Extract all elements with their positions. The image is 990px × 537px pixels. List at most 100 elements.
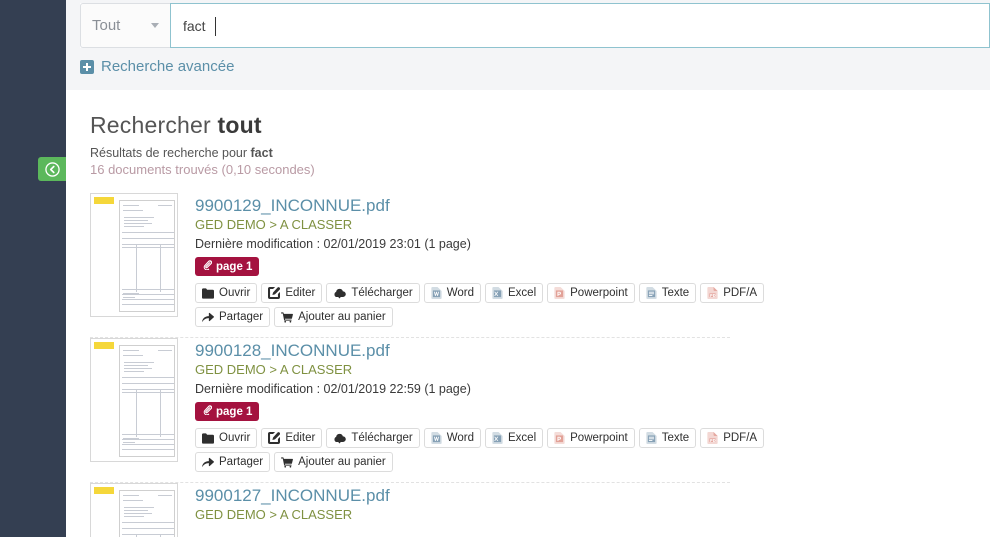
preview-line: [123, 350, 139, 351]
chevron-down-icon: [151, 23, 159, 28]
action-button-ouvrir[interactable]: Ouvrir: [195, 428, 258, 448]
search-input[interactable]: [183, 17, 977, 34]
result-modified-meta: Dernière modification : 02/01/2019 22:59…: [195, 382, 471, 396]
excel-file-icon: [492, 432, 503, 444]
action-button-word[interactable]: Word: [423, 428, 482, 448]
page-match-badge[interactable]: page 1: [195, 402, 260, 421]
action-button-label: Excel: [508, 287, 537, 299]
preview-line: [158, 495, 172, 496]
results-list: 9900129_INCONNUE.pdf GED DEMO > A CLASSER…: [66, 193, 990, 537]
folder-icon: [202, 287, 214, 299]
arrow-left-circle-icon: [44, 161, 60, 177]
preview-line: [122, 304, 174, 305]
pdf-file-icon: [707, 432, 718, 444]
invoice-scan-thumbnail[interactable]: [90, 338, 178, 462]
action-button-texte[interactable]: Texte: [638, 428, 697, 448]
sidebar-collapse-toggle[interactable]: [38, 157, 66, 181]
results-subtitle-prefix: Résultats de recherche pour: [90, 146, 251, 160]
document-preview: [119, 200, 175, 312]
powerpoint-file-icon: [554, 432, 565, 444]
action-button-editer[interactable]: Editer: [261, 283, 323, 303]
invoice-scan-thumbnail[interactable]: [90, 483, 178, 537]
page-title: Rechercher tout: [90, 112, 990, 139]
result-modified-meta: Dernière modification : 02/01/2019 23:01…: [195, 237, 471, 251]
preview-line: [123, 210, 143, 211]
preview-line: [124, 362, 154, 363]
text-file-icon: [646, 287, 657, 299]
preview-line: [136, 389, 137, 437]
preview-line: [124, 516, 144, 517]
result-breadcrumb: GED DEMO > A CLASSER: [195, 362, 353, 377]
action-button-label: Editer: [285, 287, 316, 299]
action-button-row-primary: Ouvrir Editer Télécharger Word Excel Powerpoi…: [195, 283, 765, 303]
action-button-label: Word: [446, 287, 475, 299]
preview-line: [122, 377, 174, 378]
action-button-word[interactable]: Word: [423, 283, 482, 303]
preview-line: [123, 442, 135, 443]
action-button-label: Texte: [661, 432, 690, 444]
search-input-wrapper[interactable]: [170, 3, 990, 48]
preview-line: [122, 299, 174, 300]
preview-line: [122, 434, 174, 435]
preview-line: [123, 205, 139, 206]
action-button-t-l-charger[interactable]: Télécharger: [326, 283, 420, 303]
cart-icon: [281, 456, 294, 468]
action-button-powerpoint[interactable]: Powerpoint: [547, 428, 635, 448]
highlight-tag: [94, 197, 114, 204]
action-button-powerpoint[interactable]: Powerpoint: [547, 283, 635, 303]
action-button-editer[interactable]: Editer: [261, 428, 323, 448]
action-button-t-l-charger[interactable]: Télécharger: [326, 428, 420, 448]
preview-line: [124, 513, 152, 514]
result-title-link[interactable]: 9900129_INCONNUE.pdf: [195, 195, 764, 216]
preview-line: [124, 365, 148, 366]
result-item: 9900129_INCONNUE.pdf GED DEMO > A CLASSER…: [66, 193, 990, 337]
preview-line: [123, 495, 139, 496]
paperclip-icon: [202, 405, 213, 418]
action-button-ajouter-au-panier[interactable]: Ajouter au panier: [274, 307, 393, 327]
preview-line: [123, 500, 143, 501]
preview-line: [158, 350, 172, 351]
folder-icon: [202, 432, 214, 444]
preview-line: [122, 294, 174, 295]
document-preview: [119, 490, 175, 537]
action-button-partager[interactable]: Partager: [195, 452, 271, 472]
left-sidebar-rail: [0, 0, 66, 537]
search-scope-dropdown[interactable]: Tout: [80, 3, 170, 48]
action-button-label: Télécharger: [351, 432, 413, 444]
action-button-excel[interactable]: Excel: [485, 283, 544, 303]
action-button-pdf-a[interactable]: PDF/A: [700, 283, 765, 303]
invoice-scan-thumbnail[interactable]: [90, 193, 178, 317]
action-button-pdf-a[interactable]: PDF/A: [700, 428, 765, 448]
action-button-label: Ajouter au panier: [298, 311, 386, 323]
result-item: 9900127_INCONNUE.pdf GED DEMO > A CLASSER: [66, 483, 990, 537]
page-match-badge[interactable]: page 1: [195, 257, 260, 276]
action-button-row-secondary: Partager Ajouter au panier: [195, 452, 764, 472]
excel-file-icon: [492, 287, 503, 299]
highlight-tag: [94, 342, 114, 349]
action-button-texte[interactable]: Texte: [638, 283, 697, 303]
preview-line: [124, 368, 152, 369]
preview-line: [122, 444, 174, 445]
preview-line: [122, 383, 174, 384]
preview-line: [124, 223, 152, 224]
powerpoint-file-icon: [554, 287, 565, 299]
paperclip-icon: [202, 260, 213, 273]
text-cursor: [215, 17, 216, 36]
preview-line: [123, 297, 135, 298]
action-button-ajouter-au-panier[interactable]: Ajouter au panier: [274, 452, 393, 472]
preview-line: [122, 528, 174, 529]
advanced-search-link[interactable]: Recherche avancée: [80, 58, 234, 75]
preview-line: [124, 371, 144, 372]
action-button-ouvrir[interactable]: Ouvrir: [195, 283, 258, 303]
results-count: 16 documents trouvés (0,10 secondes): [90, 162, 315, 177]
preview-line: [124, 220, 148, 221]
search-results-page: Tout Recherche avancée Rechercher tout R…: [0, 0, 990, 537]
result-title-link[interactable]: 9900127_INCONNUE.pdf: [195, 485, 390, 506]
word-file-icon: [431, 287, 442, 299]
action-button-partager[interactable]: Partager: [195, 307, 271, 327]
result-title-link[interactable]: 9900128_INCONNUE.pdf: [195, 340, 764, 361]
text-file-icon: [646, 432, 657, 444]
action-button-excel[interactable]: Excel: [485, 428, 544, 448]
preview-line: [158, 205, 172, 206]
action-button-label: Partager: [219, 311, 264, 323]
